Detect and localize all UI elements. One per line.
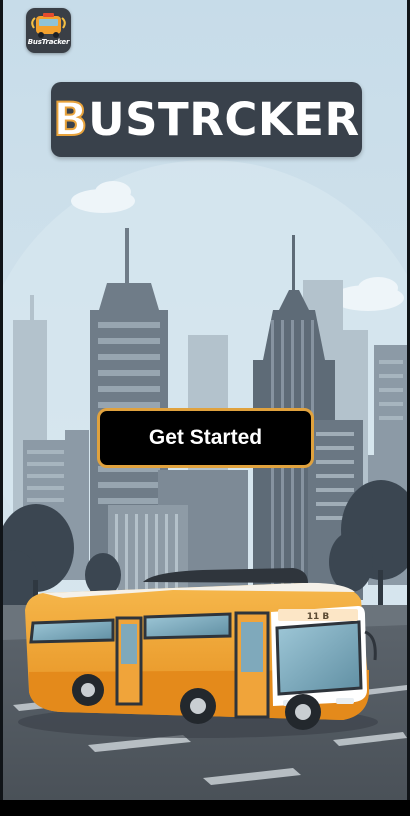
app-logo-banner: BUSTRCKER <box>51 82 362 157</box>
svg-text:11 B: 11 B <box>307 612 330 622</box>
app-icon-label: BusTracker <box>27 38 70 46</box>
logo-rest-text: USTRCKER <box>88 93 360 146</box>
app-logo-text: BUSTRCKER <box>52 96 359 143</box>
logo-first-letter: B <box>52 93 89 146</box>
navigation-bar <box>0 800 410 816</box>
get-started-button[interactable]: Get Started <box>97 408 314 468</box>
bus-illustration: 11 B <box>25 568 377 730</box>
splash-screen: 11 B BusTracker BUSTRCKER Get Started <box>0 0 410 816</box>
bus-app-icon <box>31 13 66 38</box>
app-icon: BusTracker <box>26 8 71 53</box>
